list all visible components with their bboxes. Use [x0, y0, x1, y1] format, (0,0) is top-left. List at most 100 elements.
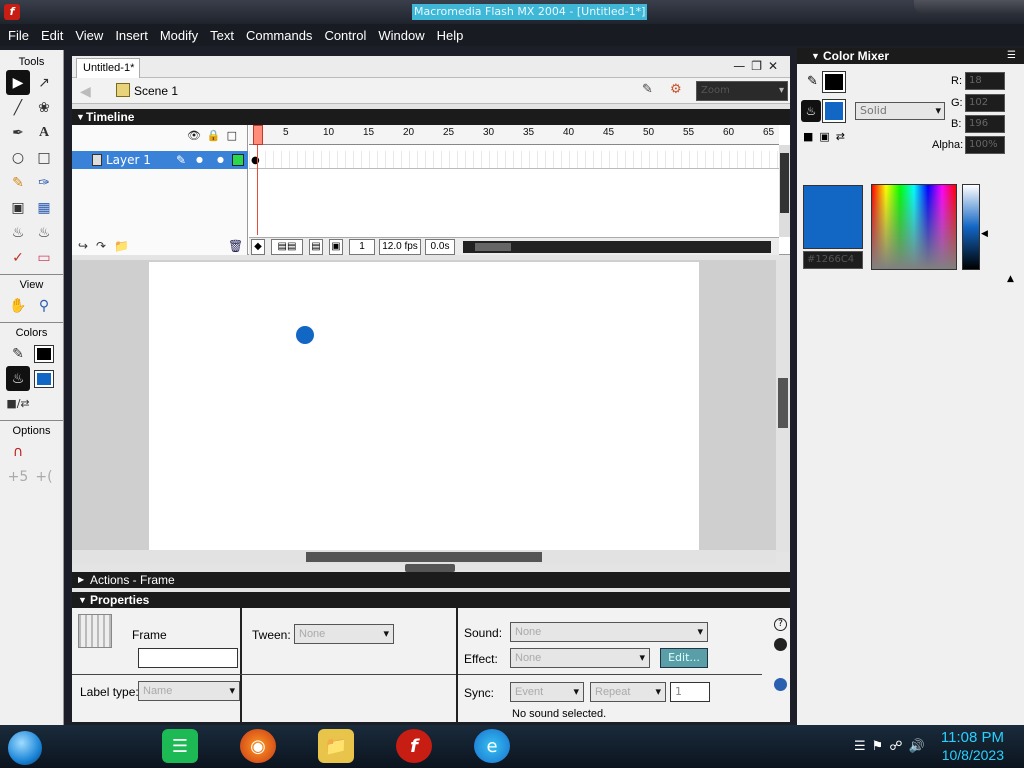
- timeline-hscroll-thumb[interactable]: [475, 243, 511, 251]
- system-tray-icons[interactable]: ☰⚑☍🔊: [854, 739, 931, 754]
- onion-markers-icon[interactable]: ▣: [329, 239, 343, 255]
- insert-layer-icons[interactable]: ↪↷📁: [78, 239, 137, 253]
- flash-taskbar-icon[interactable]: f: [396, 729, 432, 763]
- delete-layer-icon[interactable]: 🗑: [228, 239, 243, 253]
- timeline-header[interactable]: Timeline: [72, 109, 790, 125]
- effect-select[interactable]: None: [510, 648, 650, 668]
- file-explorer-icon[interactable]: 📁: [318, 729, 354, 763]
- stroke-color-swatch[interactable]: [32, 341, 56, 366]
- clock-time[interactable]: 11:08 PM: [941, 729, 1004, 746]
- window-controls[interactable]: [914, 0, 1024, 14]
- flash-app-icon[interactable]: f: [4, 4, 20, 20]
- hex-input[interactable]: #1266C4: [803, 251, 863, 269]
- snap-magnet-icon[interactable]: ∩: [6, 439, 30, 464]
- fill-type-select[interactable]: Solid ▾: [855, 102, 945, 120]
- timeline-vscroll-thumb[interactable]: [780, 153, 789, 213]
- back-arrow-icon[interactable]: ◀: [80, 84, 91, 100]
- collapse-arrow-icon[interactable]: ▲: [1007, 274, 1014, 284]
- frame-ruler[interactable]: 1 5 10 15 20 25 30 35 40 45 50 55 60 65: [249, 125, 779, 145]
- menu-file[interactable]: File: [2, 28, 35, 43]
- spotify-icon[interactable]: ☰: [162, 729, 198, 763]
- center-frame-icon[interactable]: ◆: [251, 239, 265, 255]
- stage-vscroll[interactable]: [776, 260, 790, 552]
- zoom-tool-icon[interactable]: ⚲: [32, 293, 56, 318]
- alpha-input[interactable]: 100%: [965, 136, 1005, 154]
- line-tool-icon[interactable]: ╱: [6, 95, 30, 120]
- g-input[interactable]: 102: [965, 94, 1005, 112]
- onion-skin-icon[interactable]: ▤▤: [271, 239, 303, 255]
- fill-transform-tool-icon[interactable]: ▦: [32, 195, 56, 220]
- tween-select[interactable]: None: [294, 624, 394, 644]
- stage-hscroll[interactable]: [72, 550, 776, 564]
- r-input[interactable]: 18: [965, 72, 1005, 90]
- clock-date[interactable]: 10/8/2023: [942, 747, 1004, 763]
- menu-modify[interactable]: Modify: [154, 28, 204, 43]
- repeat-select[interactable]: Repeat: [590, 682, 666, 702]
- label-type-select[interactable]: Name: [138, 681, 240, 701]
- timeline-vscroll[interactable]: [779, 145, 790, 237]
- edge-icon[interactable]: e: [474, 729, 510, 763]
- edit-scene-icon[interactable]: ✎: [642, 82, 662, 100]
- default-colors-icon[interactable]: ■∕⇄: [6, 391, 30, 416]
- menu-help[interactable]: Help: [431, 28, 470, 43]
- properties-panel-header[interactable]: Properties: [72, 592, 790, 608]
- menu-window[interactable]: Window: [372, 28, 430, 43]
- menu-insert[interactable]: Insert: [109, 28, 154, 43]
- brush-tool-icon[interactable]: ✑: [32, 170, 56, 195]
- repeat-count-input[interactable]: 1: [670, 682, 710, 702]
- text-tool-icon[interactable]: A: [32, 120, 56, 145]
- arrow-tool-icon[interactable]: ▶: [6, 70, 30, 95]
- mixer-fill-swatch[interactable]: [822, 99, 846, 123]
- edit-button[interactable]: Edit...: [660, 648, 708, 668]
- eraser-tool-icon[interactable]: ▭: [32, 245, 56, 270]
- paint-bucket-tool-icon[interactable]: ♨: [32, 220, 56, 245]
- sync-select[interactable]: Event: [510, 682, 584, 702]
- timeline-hscroll[interactable]: [463, 241, 771, 253]
- edit-symbols-icon[interactable]: ⚙: [670, 82, 690, 100]
- sound-select[interactable]: None: [510, 622, 708, 642]
- stage-canvas[interactable]: [149, 262, 699, 550]
- accessibility-icon[interactable]: [774, 638, 787, 651]
- menu-control[interactable]: Control: [318, 28, 372, 43]
- zoom-select[interactable]: Zoom: [696, 81, 788, 101]
- frame-row[interactable]: [249, 151, 779, 169]
- outline-color-icon[interactable]: [232, 154, 244, 166]
- keyframe-icon[interactable]: ●: [251, 155, 261, 167]
- color-mixer-header[interactable]: Color Mixer: [797, 48, 1024, 64]
- free-transform-tool-icon[interactable]: ▣: [6, 195, 30, 220]
- subselect-tool-icon[interactable]: ↗: [32, 70, 56, 95]
- hand-tool-icon[interactable]: ✋: [6, 293, 30, 318]
- stage-vscroll-thumb[interactable]: [778, 378, 788, 428]
- mixer-stroke-swatch[interactable]: [822, 71, 846, 93]
- frame-rate[interactable]: 12.0 fps: [379, 239, 421, 255]
- brightness-arrow-icon[interactable]: ◀: [981, 229, 988, 239]
- firefox-icon[interactable]: ◉: [240, 729, 276, 763]
- brightness-slider[interactable]: [962, 184, 980, 270]
- eyedropper-tool-icon[interactable]: ✓: [6, 245, 30, 270]
- panel-resize-grip[interactable]: [405, 564, 455, 572]
- document-window-controls[interactable]: —❐✕: [733, 59, 784, 73]
- menu-commands[interactable]: Commands: [240, 28, 318, 43]
- fill-color-swatch[interactable]: [32, 366, 56, 391]
- scene-label[interactable]: Scene 1: [134, 84, 178, 98]
- expand-properties-icon[interactable]: [774, 678, 787, 691]
- pencil-tool-icon[interactable]: ✎: [6, 170, 30, 195]
- mixer-options-icon[interactable]: ☰: [1007, 50, 1016, 61]
- layer-header-icons[interactable]: 👁🔒□: [187, 129, 243, 142]
- menu-text[interactable]: Text: [204, 28, 240, 43]
- rectangle-tool-icon[interactable]: □: [32, 145, 56, 170]
- blue-oval-shape[interactable]: [296, 326, 314, 344]
- help-icon[interactable]: ?: [774, 618, 787, 631]
- lasso-tool-icon[interactable]: ❀: [32, 95, 56, 120]
- frame-name-input[interactable]: [138, 648, 238, 668]
- layer-row[interactable]: Layer 1 ✎ ●●: [72, 151, 248, 169]
- ink-bottle-tool-icon[interactable]: ♨: [6, 220, 30, 245]
- pen-tool-icon[interactable]: ✒: [6, 120, 30, 145]
- oval-tool-icon[interactable]: ○: [6, 145, 30, 170]
- mixer-tools-icons[interactable]: ■▣⇄: [803, 130, 851, 143]
- menu-edit[interactable]: Edit: [35, 28, 69, 43]
- stage-hscroll-thumb[interactable]: [306, 552, 542, 562]
- actions-panel-header[interactable]: Actions - Frame: [72, 572, 790, 588]
- tab-untitled-1[interactable]: Untitled-1*: [76, 58, 140, 78]
- color-spectrum[interactable]: [871, 184, 957, 270]
